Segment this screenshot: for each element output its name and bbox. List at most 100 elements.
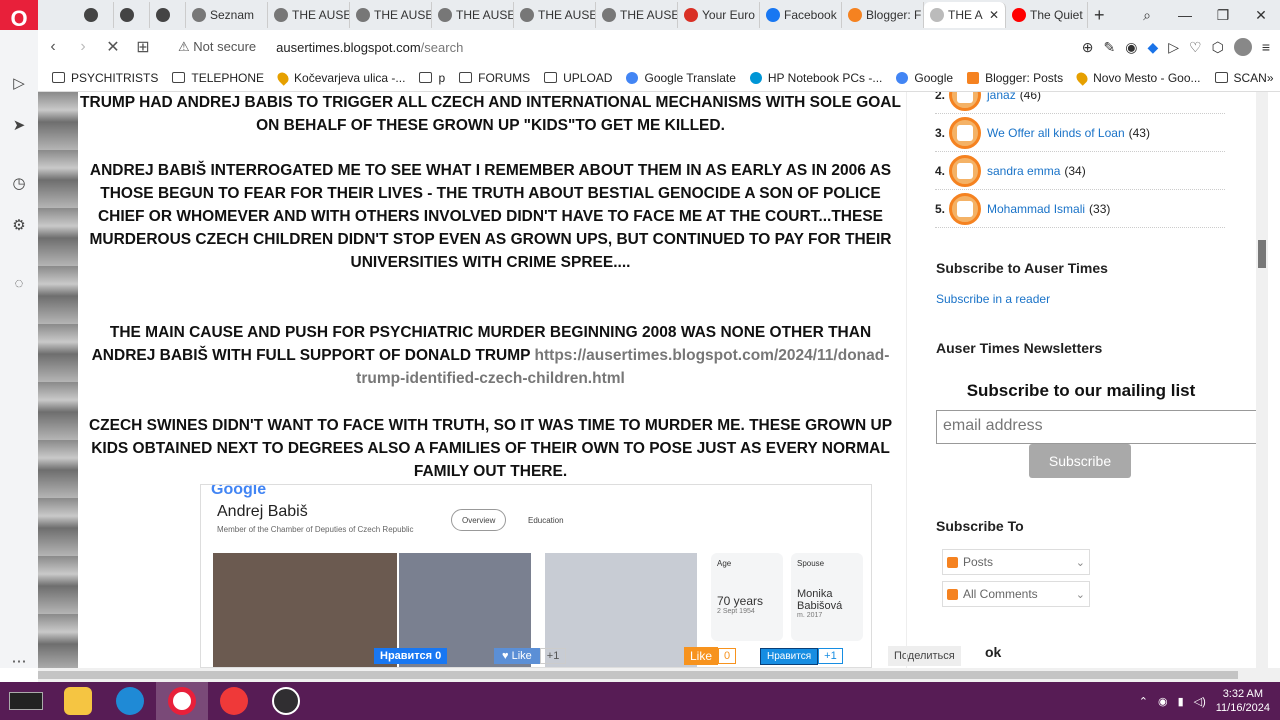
player-icon[interactable]: ▷ (9, 74, 29, 94)
comments-feed-dropdown[interactable]: All Comments ⌄ (942, 581, 1090, 607)
posts-feed-dropdown[interactable]: Posts ⌄ (942, 549, 1090, 575)
tab-7[interactable]: THE AUSE (514, 2, 596, 28)
blogger-avatar-icon[interactable] (949, 116, 981, 149)
bookmark-item[interactable]: Kočevarjeva ulica -... (275, 69, 405, 86)
ok-like-button[interactable]: Like 0 (684, 646, 737, 666)
speed-dial-icon[interactable]: ⊞ (128, 37, 158, 57)
edit-icon[interactable]: ✎ (1104, 39, 1116, 56)
tab-6[interactable]: THE AUSE (432, 2, 514, 28)
tab-search-icon[interactable]: ⌕ (1128, 7, 1166, 24)
new-tab-button[interactable]: + (1088, 2, 1111, 28)
edge-icon[interactable] (104, 682, 156, 720)
vertical-scrollbar[interactable] (1256, 92, 1268, 668)
blogger-avatar-icon[interactable] (949, 92, 981, 111)
tab-8[interactable]: THE AUSE (596, 2, 678, 28)
tab-4[interactable]: THE AUSE (268, 2, 350, 28)
tray-app-icon[interactable]: ◉ (1158, 695, 1168, 708)
url-field[interactable]: ⚠ Not secure ausertimes.blogspot.com/sea… (178, 39, 463, 55)
tab-13[interactable]: The Quiet (1006, 2, 1088, 28)
commenter-link[interactable]: sandra emma (987, 164, 1060, 178)
globe-icon (192, 8, 206, 22)
bookmark-item[interactable]: Google Translate (626, 70, 736, 85)
url-text[interactable]: ausertimes.blogspot.com/search (276, 40, 463, 55)
subscribe-reader-link[interactable]: Subscribe in a reader (936, 292, 1050, 306)
commenter-link[interactable]: janaz (987, 92, 1016, 102)
tab-3[interactable]: Seznam (186, 2, 268, 28)
rank-number: 2. (935, 92, 946, 102)
vk-like-button[interactable]: Нравится 0 (374, 646, 448, 666)
tab-9[interactable]: Your Euro (678, 2, 760, 28)
obs-icon[interactable] (260, 682, 312, 720)
profile-avatar[interactable] (1233, 38, 1252, 56)
heart-icon[interactable]: ♡ (1189, 39, 1202, 56)
tab-2[interactable] (150, 2, 186, 28)
email-input[interactable]: email address (936, 410, 1268, 444)
more-icon[interactable]: ⋯ (9, 652, 29, 672)
tab-11[interactable]: Blogger: F (842, 2, 924, 28)
commenter-link[interactable]: Mohammad Ismali (987, 202, 1085, 216)
history-icon[interactable]: ◷ (9, 174, 29, 194)
bookmark-item[interactable]: SCAN (1214, 71, 1267, 85)
not-secure-label[interactable]: ⚠ Not secure (178, 39, 256, 55)
education-chip: Education (528, 515, 564, 525)
horizontal-scrollbar[interactable] (38, 668, 1280, 682)
rank-number: 5. (935, 201, 946, 216)
ok-like-label: Like (690, 649, 713, 663)
bookmark-label: TELEPHONE (191, 70, 265, 85)
bookmark-item[interactable]: UPLOAD (544, 71, 612, 85)
tab-10[interactable]: Facebook (760, 2, 842, 28)
back-button[interactable]: ‹ (38, 38, 68, 56)
commenter-link[interactable]: We Offer all kinds of Loan (987, 126, 1125, 140)
settings-gear-icon[interactable]: ⚙ (9, 216, 29, 236)
network-icon[interactable]: ▮ (1178, 695, 1184, 708)
close-window-button[interactable]: ✕ (1242, 7, 1280, 24)
send-icon[interactable]: ➤ (9, 116, 29, 136)
close-tab-icon[interactable]: ✕ (989, 8, 999, 22)
send-page-icon[interactable]: ▷ (1168, 39, 1179, 56)
maximize-button[interactable]: ❐ (1204, 7, 1242, 24)
bookmark-item[interactable]: TELEPHONE (172, 71, 264, 85)
facebook-like-button[interactable]: ♥ Like +1 (494, 646, 567, 666)
minimize-button[interactable]: — (1166, 7, 1204, 23)
horizontal-scrollbar-thumb[interactable] (38, 671, 1238, 679)
facebook-like-count: +1 (539, 648, 567, 664)
tab-5[interactable]: THE AUSE (350, 2, 432, 28)
blogger-avatar-icon[interactable] (949, 154, 981, 187)
bookmark-label: UPLOAD (563, 70, 613, 85)
extensions-cube-icon[interactable]: ⬡ (1212, 39, 1224, 56)
bookmark-item[interactable]: HP Notebook PCs -... (749, 71, 882, 85)
tab-0[interactable] (78, 2, 114, 28)
zoom-icon[interactable]: ⊕ (1082, 39, 1094, 56)
chevron-down-icon: ⌄ (1075, 588, 1085, 601)
tab-1[interactable] (114, 2, 150, 28)
camera-icon[interactable]: ◉ (1125, 39, 1137, 56)
bookmark-item[interactable]: Blogger: Posts (967, 71, 1063, 85)
clock[interactable]: 3:32 AM 11/16/2024 (1216, 687, 1270, 715)
forward-button[interactable]: › (68, 38, 98, 56)
portrait-photo-1 (213, 553, 397, 667)
url-path: /search (420, 39, 464, 55)
volume-icon[interactable]: ◁) (1194, 695, 1206, 708)
start-button[interactable] (0, 682, 52, 720)
scrollbar-thumb[interactable] (1258, 240, 1266, 268)
subscribe-button[interactable]: Subscribe (1029, 444, 1131, 478)
vivaldi-icon[interactable] (208, 682, 260, 720)
blogger-avatar-icon[interactable] (949, 192, 981, 225)
lightbulb-icon[interactable]: ◌ (9, 274, 29, 294)
bookmark-item[interactable]: p (419, 71, 445, 85)
menu-icon[interactable]: ≡ (1262, 39, 1270, 55)
file-explorer-icon[interactable] (52, 682, 104, 720)
opera-taskbar-icon[interactable] (156, 682, 208, 720)
tray-chevron-icon[interactable]: ⌃ (1139, 695, 1148, 708)
bookmarks-overflow-icon[interactable]: » (1267, 71, 1274, 85)
bookmark-item[interactable]: Novo Mesto - Goo... (1074, 69, 1201, 86)
bookmark-item[interactable]: FORUMS (459, 71, 530, 85)
vpn-shield-icon[interactable]: ◆ (1147, 39, 1158, 56)
bookmark-item[interactable]: PSYCHITRISTS (52, 71, 158, 85)
tab-12[interactable]: THE A ✕ (924, 2, 1006, 28)
folder-icon (459, 72, 473, 83)
bookmark-label: Google Translate (644, 70, 736, 85)
bookmark-item[interactable]: Google (896, 71, 953, 85)
stop-loading-icon[interactable]: ✕ (98, 37, 128, 57)
mailru-like-button[interactable]: Нравится +1 (760, 646, 843, 666)
